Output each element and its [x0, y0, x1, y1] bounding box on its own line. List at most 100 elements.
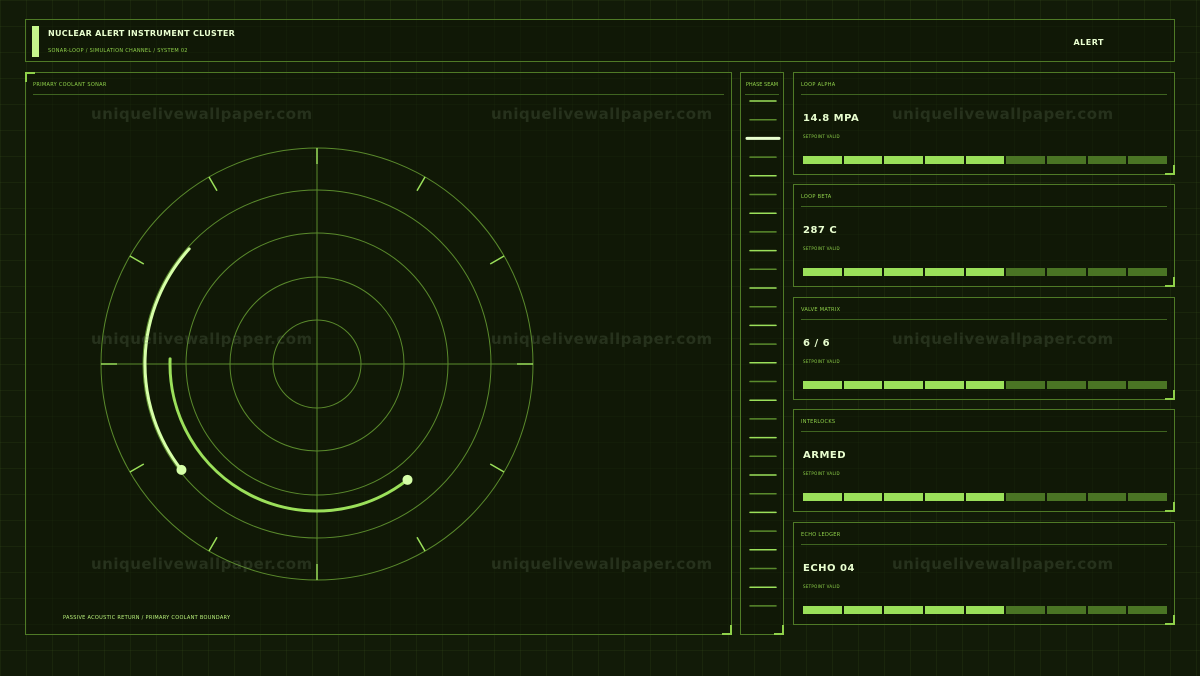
level-segment — [1047, 268, 1086, 276]
level-segment — [884, 606, 924, 614]
level-segment — [1006, 156, 1046, 164]
divider — [801, 431, 1167, 432]
divider — [801, 319, 1167, 320]
phase-seam-panel: PHASE SEAM — [740, 72, 784, 635]
level-segment — [1128, 381, 1168, 389]
panel-corner — [1165, 502, 1175, 512]
divider — [801, 544, 1167, 545]
panel-corner — [1165, 615, 1175, 625]
level-segment — [925, 268, 964, 276]
level-meter — [803, 606, 1168, 614]
card-value: 287 C — [803, 225, 838, 236]
level-segment — [1087, 268, 1127, 276]
sonar-tick — [208, 176, 218, 192]
sonar-tick — [489, 463, 505, 473]
level-segment — [843, 156, 883, 164]
card-value: 6 / 6 — [803, 338, 831, 349]
level-segment — [1006, 493, 1046, 501]
card-title: LOOP BETA — [801, 194, 832, 200]
level-segment — [803, 268, 842, 276]
metric-card: INTERLOCKS ARMED SETPOINT VALID — [793, 409, 1175, 512]
level-segment — [925, 493, 964, 501]
level-segment — [843, 493, 883, 501]
sonar-tick — [208, 536, 218, 552]
metric-card: VALVE MATRIX 6 / 6 SETPOINT VALID — [793, 297, 1175, 400]
page-title: NUCLEAR ALERT INSTRUMENT CLUSTER — [48, 29, 236, 38]
metric-card: LOOP ALPHA 14.8 MPA SETPOINT VALID — [793, 72, 1175, 175]
level-meter — [803, 268, 1168, 276]
card-status: SETPOINT VALID — [803, 134, 840, 139]
panel-corner — [1165, 277, 1175, 287]
level-segment — [1128, 606, 1168, 614]
level-meter — [803, 381, 1168, 389]
level-segment — [965, 268, 1005, 276]
level-meter — [803, 156, 1168, 164]
sweep-marker — [402, 474, 413, 485]
level-segment — [1087, 381, 1127, 389]
level-segment — [884, 156, 924, 164]
level-segment — [803, 493, 842, 501]
sonar-tick — [129, 463, 145, 473]
level-segment — [1047, 156, 1086, 164]
sweep-marker — [176, 464, 187, 475]
sonar-tick — [489, 255, 505, 265]
panel-corner — [1165, 390, 1175, 400]
level-segment — [925, 381, 964, 389]
level-segment — [1128, 268, 1168, 276]
level-meter — [803, 493, 1168, 501]
card-status: SETPOINT VALID — [803, 584, 840, 589]
sonar-caption: PASSIVE ACOUSTIC RETURN / PRIMARY COOLAN… — [63, 615, 231, 621]
level-segment — [884, 493, 924, 501]
level-segment — [843, 381, 883, 389]
card-title: INTERLOCKS — [801, 419, 836, 425]
level-segment — [1006, 268, 1046, 276]
sonar-tick — [416, 536, 426, 552]
sonar-tick — [416, 176, 426, 192]
card-title: LOOP ALPHA — [801, 82, 836, 88]
sweep-arc-inner — [168, 357, 410, 513]
level-segment — [965, 493, 1005, 501]
card-status: SETPOINT VALID — [803, 246, 840, 251]
level-segment — [925, 606, 964, 614]
level-segment — [843, 268, 883, 276]
sweep-arc-outer — [143, 247, 191, 472]
card-value: ARMED — [803, 450, 847, 461]
level-segment — [803, 606, 842, 614]
metric-card: ECHO LEDGER ECHO 04 SETPOINT VALID — [793, 522, 1175, 625]
card-value: 14.8 MPA — [803, 113, 860, 124]
level-segment — [965, 381, 1005, 389]
panel-corner — [1165, 165, 1175, 175]
level-segment — [965, 606, 1005, 614]
level-segment — [965, 156, 1005, 164]
card-title: ECHO LEDGER — [801, 532, 841, 538]
level-segment — [803, 156, 842, 164]
metric-card: LOOP BETA 287 C SETPOINT VALID — [793, 184, 1175, 287]
level-segment — [843, 606, 883, 614]
level-segment — [1006, 606, 1046, 614]
page-subtitle: SONAR-LOOP / SIMULATION CHANNEL / SYSTEM… — [48, 48, 188, 54]
alert-label[interactable]: ALERT — [1073, 38, 1104, 47]
sonar-tick — [129, 255, 145, 265]
sonar-panel: PRIMARY COOLANT SONAR PASSIVE ACOUSTIC R… — [25, 72, 732, 635]
header-accent-bar — [32, 26, 39, 57]
level-segment — [1047, 606, 1086, 614]
level-segment — [884, 268, 924, 276]
level-segment — [1087, 493, 1127, 501]
level-segment — [803, 381, 842, 389]
divider — [801, 94, 1167, 95]
level-segment — [1047, 493, 1086, 501]
level-segment — [1006, 381, 1046, 389]
level-segment — [1087, 606, 1127, 614]
level-segment — [925, 156, 964, 164]
sonar-display — [100, 147, 534, 581]
header-bar: NUCLEAR ALERT INSTRUMENT CLUSTER SONAR-L… — [25, 19, 1175, 62]
phase-seam-scale — [745, 100, 781, 607]
card-value: ECHO 04 — [803, 563, 855, 574]
card-title: VALVE MATRIX — [801, 307, 841, 313]
level-segment — [884, 381, 924, 389]
card-status: SETPOINT VALID — [803, 359, 840, 364]
level-segment — [1128, 156, 1168, 164]
level-segment — [1047, 381, 1086, 389]
level-segment — [1087, 156, 1127, 164]
divider — [801, 206, 1167, 207]
